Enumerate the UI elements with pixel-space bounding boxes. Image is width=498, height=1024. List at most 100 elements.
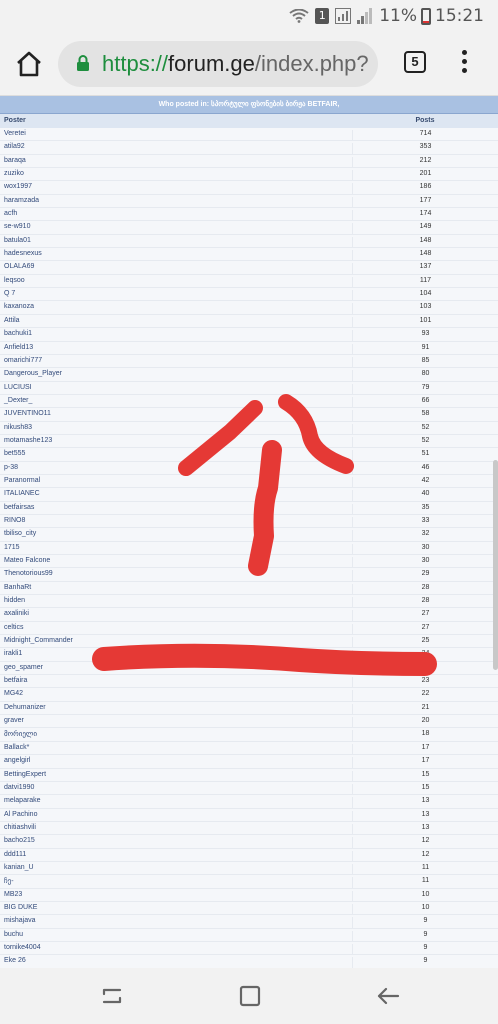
poster-link[interactable]: bachuki1 [4,330,32,337]
post-count: 353 [352,143,498,156]
poster-link[interactable]: Paranormal [4,477,40,484]
poster-link[interactable]: Midnight_Commander [4,637,73,644]
poster-link[interactable]: bet555 [4,450,25,457]
poster-link[interactable]: betfaira [4,677,27,684]
poster-link[interactable]: მორიელი [4,730,37,738]
poster-link[interactable]: Attila [4,317,20,324]
poster-link[interactable]: melaparake [4,797,41,804]
tab-switcher-button[interactable]: 5 [404,51,426,73]
overflow-menu-icon[interactable] [458,50,470,78]
poster-link[interactable]: 1715 [4,544,20,551]
table-row: RINO8 33 [0,514,498,529]
poster-link[interactable]: atila92 [4,143,25,150]
table-row: Dangerous_Player 80 [0,368,498,383]
poster-link[interactable]: Anfield13 [4,344,33,351]
poster-link[interactable]: axaliniki [4,610,29,617]
poster-link[interactable]: p-38 [4,464,18,471]
poster-link[interactable]: hidden [4,597,25,604]
post-count: 117 [352,276,498,289]
table-row: hadesnexus 148 [0,248,498,263]
poster-link[interactable]: tbiliso_city [4,530,36,537]
poster-link[interactable]: BettingExpert [4,771,46,778]
table-row: acfh 174 [0,208,498,223]
poster-link[interactable]: chitiashvili [4,824,36,831]
poster-link[interactable]: Thenotorious99 [4,570,53,577]
poster-link[interactable]: MG42 [4,690,23,697]
poster-link[interactable]: haramzada [4,197,39,204]
poster-link[interactable]: Al Pachino [4,811,37,818]
poster-link[interactable]: zuziko [4,170,24,177]
post-count: 17 [352,743,498,756]
poster-link[interactable]: Mateo Falcone [4,557,50,564]
poster-link[interactable]: OLALA69 [4,263,34,270]
poster-link[interactable]: omarichi777 [4,357,42,364]
poster-link[interactable]: datvi1990 [4,784,34,791]
post-count: 35 [352,503,498,516]
poster-link[interactable]: ITALIANEC [4,490,40,497]
post-count: 20 [352,717,498,730]
poster-link[interactable]: kanian_U [4,864,34,871]
poster-link[interactable]: BanhaRt [4,584,31,591]
header-poster[interactable]: Poster [4,117,26,124]
post-count: 46 [352,463,498,476]
post-count: 11 [352,863,498,876]
poster-link[interactable]: nikush83 [4,424,32,431]
poster-link[interactable]: batula01 [4,237,31,244]
poster-link[interactable]: angelgirl [4,757,30,764]
poster-link[interactable]: celtics [4,624,23,631]
battery-percent: 11% [379,6,417,26]
poster-link[interactable]: ddd111 [4,851,26,858]
post-count: 33 [352,516,498,529]
poster-link[interactable]: se-w910 [4,223,30,230]
table-row: JUVENTINO11 58 [0,408,498,423]
poster-link[interactable]: LUCIUSI [4,384,32,391]
poster-link[interactable]: bacho215 [4,837,35,844]
poster-link[interactable]: JUVENTINO11 [4,410,51,417]
poster-link[interactable]: _Dexter_ [4,397,32,404]
post-count: 51 [352,450,498,463]
poster-link[interactable]: motamashe123 [4,437,52,444]
home-icon[interactable] [14,49,44,79]
poster-link[interactable]: Ballack* [4,744,29,751]
battery-icon [421,7,431,25]
poster-link[interactable]: hadesnexus [4,250,42,257]
home-nav-icon[interactable] [236,982,264,1010]
poster-link[interactable]: kaxanoza [4,303,34,310]
poster-link[interactable]: irakli1 [4,650,22,657]
address-bar[interactable]: https://forum.ge/index.php? [58,41,378,87]
poster-link[interactable]: MB23 [4,891,22,898]
poster-link[interactable]: Veretei [4,130,26,137]
post-count: 103 [352,303,498,316]
poster-link[interactable]: mishajava [4,917,36,924]
post-count: 12 [352,850,498,863]
poster-link[interactable]: graver [4,717,24,724]
table-title: Who posted in: სპორტული ფსონების ბირჟა B… [0,96,498,114]
header-posts[interactable]: Posts [352,117,498,124]
poster-link[interactable]: BIG DUKE [4,904,37,911]
table-row: batula01 148 [0,234,498,249]
url-host: forum.ge [168,51,255,76]
post-count: 93 [352,330,498,343]
back-icon[interactable] [374,982,402,1010]
poster-link[interactable]: Dehumanizer [4,704,46,711]
poster-link[interactable]: geo_spamer [4,664,43,671]
poster-link[interactable]: ჩე- [4,877,14,885]
table-row: p-38 46 [0,461,498,476]
poster-link[interactable]: tornike4004 [4,944,41,951]
poster-link[interactable]: wox1997 [4,183,32,190]
poster-link[interactable]: RINO8 [4,517,25,524]
poster-link[interactable]: leqsoo [4,277,25,284]
clock: 15:21 [435,6,484,26]
post-count: 91 [352,343,498,356]
poster-link[interactable]: Eke 26 [4,957,26,964]
poster-link[interactable]: baraqa [4,157,26,164]
scrollbar[interactable] [493,460,498,670]
poster-link[interactable]: Dangerous_Player [4,370,62,377]
table-row: se-w910 149 [0,221,498,236]
poster-link[interactable]: acfh [4,210,17,217]
browser-toolbar: https://forum.ge/index.php? 5 [0,32,498,96]
poster-link[interactable]: Q 7 [4,290,15,297]
recents-icon[interactable] [98,982,126,1010]
poster-link[interactable]: betfairsas [4,504,34,511]
poster-link[interactable]: buchu [4,931,23,938]
